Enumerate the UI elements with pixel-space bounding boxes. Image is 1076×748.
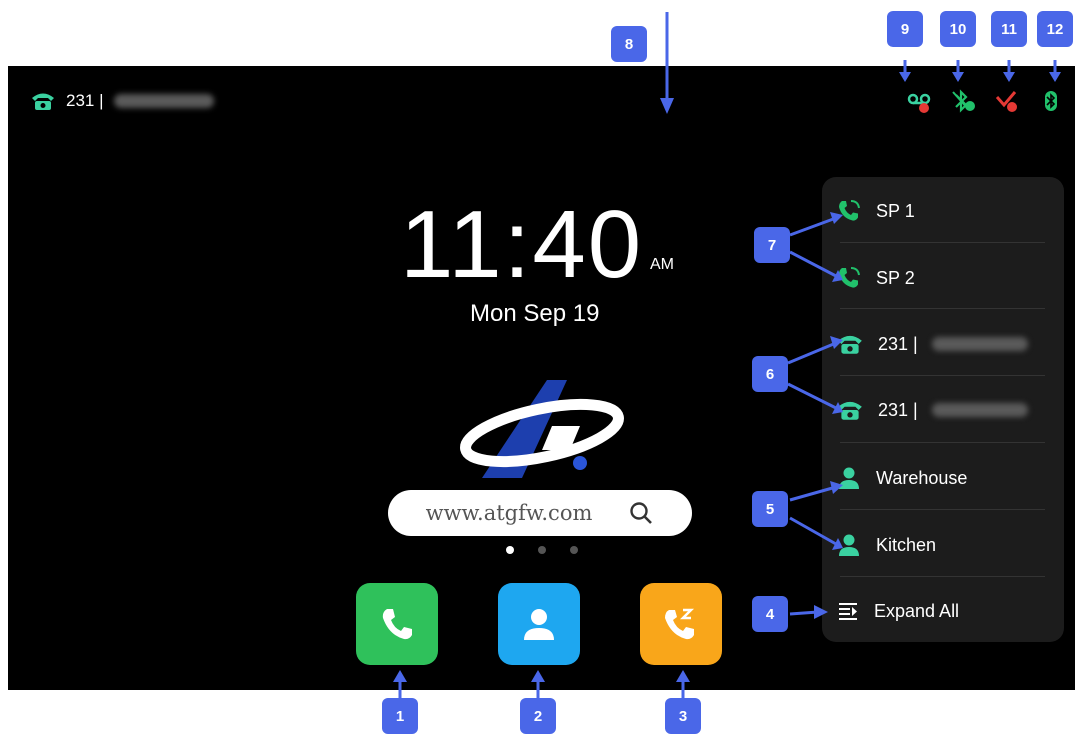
callout-6: 6 xyxy=(752,356,788,392)
callout-4: 4 xyxy=(752,596,788,632)
callout-8: 8 xyxy=(611,26,647,62)
callout-1: 1 xyxy=(382,698,418,734)
annotation-arrows xyxy=(393,12,1061,698)
callout-12: 12 xyxy=(1037,11,1073,47)
callout-7: 7 xyxy=(754,227,790,263)
callout-5: 5 xyxy=(752,491,788,527)
callout-11: 11 xyxy=(991,11,1027,47)
callout-3: 3 xyxy=(665,698,701,734)
callout-9: 9 xyxy=(887,11,923,47)
callout-10: 10 xyxy=(940,11,976,47)
callout-2: 2 xyxy=(520,698,556,734)
